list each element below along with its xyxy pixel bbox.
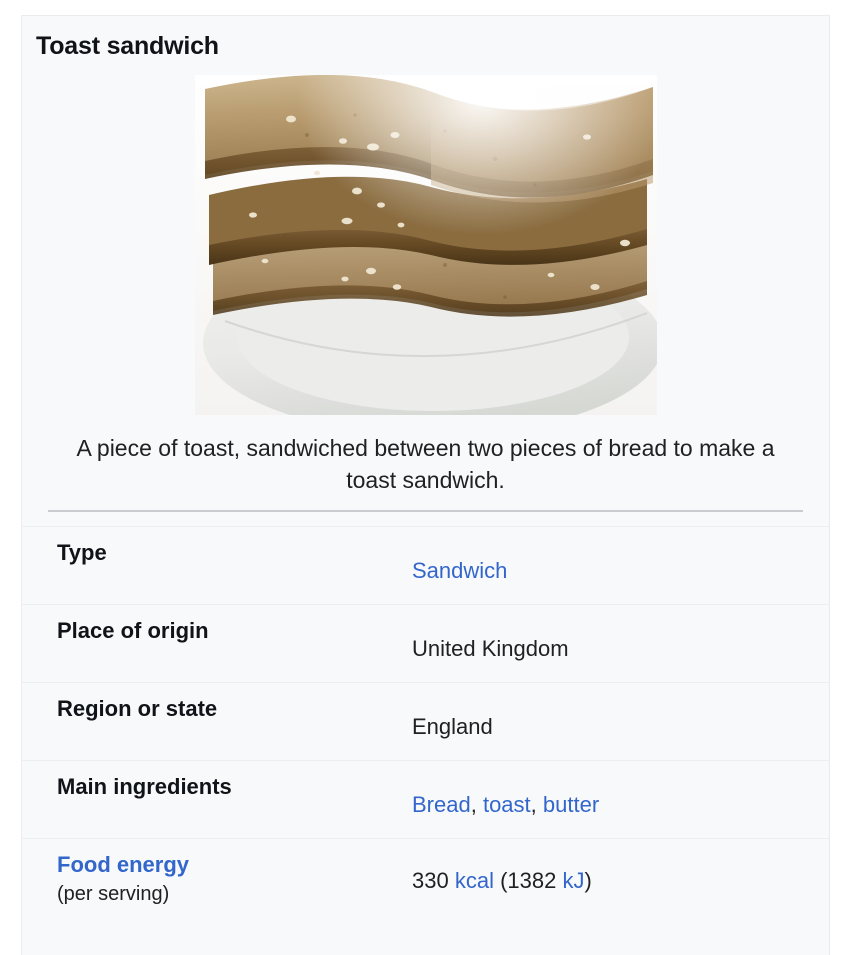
table-row: Region or state England bbox=[22, 682, 829, 760]
value-link[interactable]: kJ bbox=[562, 868, 584, 893]
value-text: England bbox=[412, 714, 493, 740]
infobox-image-row bbox=[22, 61, 829, 420]
row-label-text: Place of origin bbox=[57, 618, 209, 644]
row-label-text: Main ingredients bbox=[57, 774, 232, 800]
value-link[interactable]: butter bbox=[543, 792, 599, 817]
infobox-card: Toast sandwich A piece of toast, sandwic… bbox=[21, 15, 830, 955]
row-label: Main ingredients bbox=[22, 773, 412, 801]
row-value: England bbox=[412, 695, 829, 741]
value-text: 330 bbox=[412, 868, 455, 894]
value-text: (1382 bbox=[493, 868, 563, 894]
row-label: Region or state bbox=[22, 695, 412, 723]
row-value: 330 kcal (1382 kJ) bbox=[412, 851, 829, 895]
page-title: Toast sandwich bbox=[36, 32, 219, 60]
caption-separator bbox=[48, 510, 803, 513]
value-text: ) bbox=[584, 868, 592, 894]
row-label-text: Region or state bbox=[57, 696, 218, 722]
table-row: Place of origin United Kingdom bbox=[22, 604, 829, 682]
toast-sandwich-photo[interactable] bbox=[194, 74, 657, 415]
row-value: United Kingdom bbox=[412, 617, 829, 663]
row-label: Type bbox=[22, 539, 412, 567]
table-row: Type Sandwich bbox=[22, 526, 829, 604]
table-row: Main ingredients Bread, toast, butter bbox=[22, 760, 829, 838]
table-row: Food energy (per serving) 330 kcal (1382 k… bbox=[22, 838, 829, 917]
value-link[interactable]: toast bbox=[483, 792, 531, 817]
row-sublabel: (per serving) bbox=[57, 882, 170, 905]
image-caption: A piece of toast, sandwiched between two… bbox=[76, 434, 775, 494]
row-label-text[interactable]: Food energy bbox=[57, 852, 189, 877]
row-value: Bread, toast, butter bbox=[412, 773, 829, 819]
row-label-text: Type bbox=[57, 540, 107, 566]
value-link[interactable]: Sandwich bbox=[412, 558, 507, 583]
value-link[interactable]: Bread bbox=[412, 792, 471, 817]
row-value: Sandwich bbox=[412, 539, 829, 585]
value-text: , bbox=[530, 792, 543, 818]
caption-separator-wrap bbox=[22, 497, 829, 513]
value-link[interactable]: kcal bbox=[455, 868, 494, 893]
value-text: , bbox=[470, 792, 483, 818]
row-label: Food energy (per serving) bbox=[22, 851, 412, 907]
row-label: Place of origin bbox=[22, 617, 412, 645]
infobox-rows: Type Sandwich Place of origin United Kingdo… bbox=[22, 526, 829, 917]
value-text: United Kingdom bbox=[412, 636, 569, 662]
